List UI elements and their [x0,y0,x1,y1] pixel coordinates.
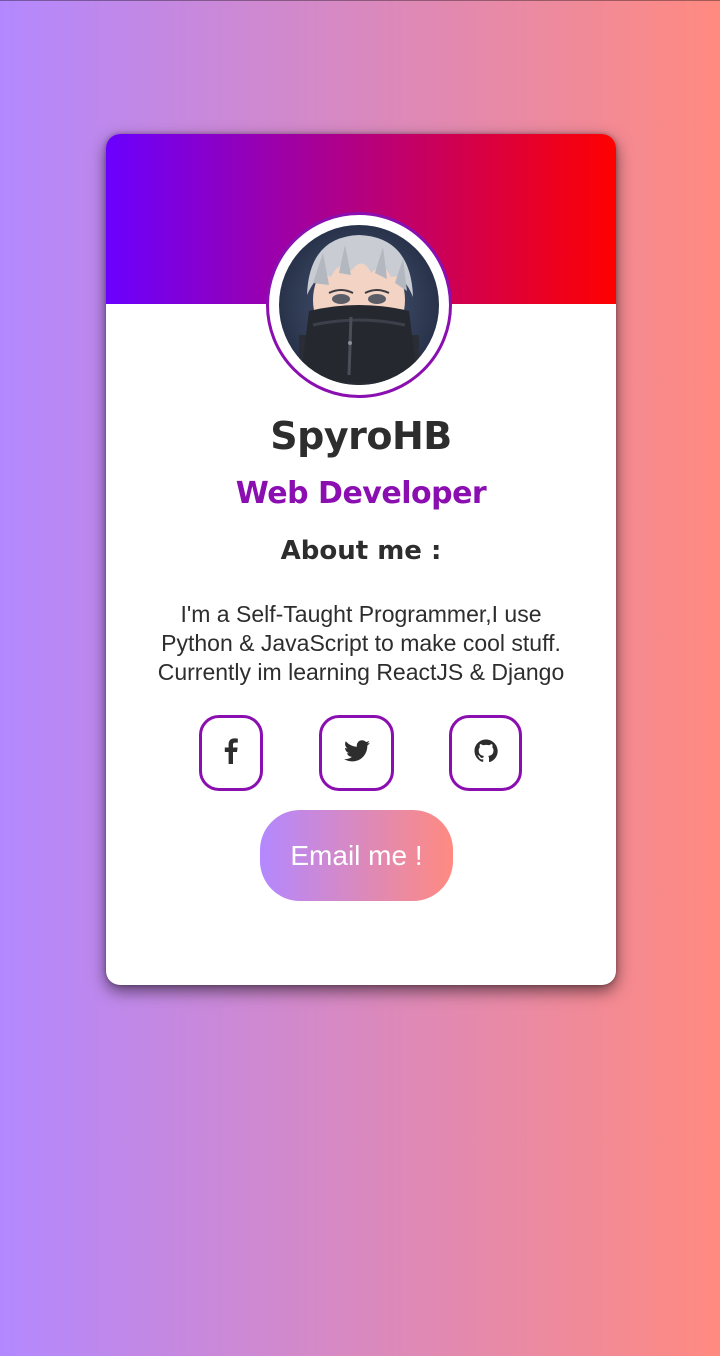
avatar [279,225,439,385]
facebook-link[interactable] [199,715,263,791]
about-text: I'm a Self-Taught Programmer,I use Pytho… [126,600,596,687]
profile-card: SpyroHB Web Developer About me : I'm a S… [106,134,616,985]
facebook-icon [224,738,238,768]
about-heading: About me : [280,536,442,566]
top-divider [0,0,720,1]
twitter-icon [343,740,370,766]
email-button[interactable]: Email me ! [260,810,453,901]
about-line: I'm a Self-Taught Programmer,I use [180,601,542,627]
github-link[interactable] [449,715,522,791]
github-icon [474,739,498,767]
about-line: Currently im learning ReactJS & Django [157,659,565,685]
twitter-link[interactable] [319,715,394,791]
about-line: Python & JavaScript to make cool stuff. [161,630,561,656]
profile-name: SpyroHB [270,414,452,458]
profile-role: Web Developer [235,476,487,511]
avatar-ring [266,212,452,398]
